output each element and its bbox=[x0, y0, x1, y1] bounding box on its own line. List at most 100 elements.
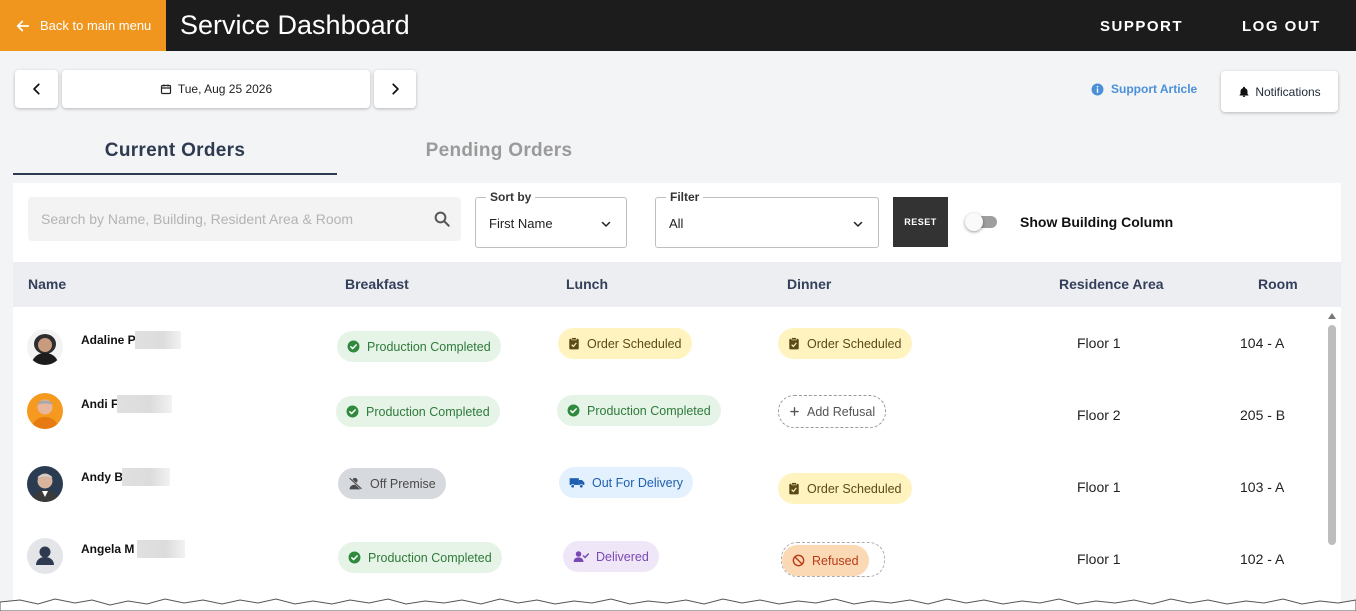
avatar bbox=[27, 329, 63, 365]
room-cell: 104 - A bbox=[1240, 335, 1285, 351]
resident-name[interactable]: Andi F bbox=[81, 397, 118, 411]
scrollbar-thumb[interactable] bbox=[1328, 325, 1336, 545]
page-title: Service Dashboard bbox=[180, 10, 410, 40]
reset-button[interactable]: RESET bbox=[893, 197, 948, 247]
table-row[interactable]: Andy B Off Premise Out For Delivery Orde… bbox=[13, 451, 1323, 523]
status-label: Order Scheduled bbox=[807, 481, 902, 496]
arrow-left-icon bbox=[16, 20, 30, 31]
breakfast-status-chip[interactable]: Production Completed bbox=[337, 331, 501, 362]
table-row[interactable]: Angela M Production Completed Delivered … bbox=[13, 523, 1323, 595]
column-header-residence-area[interactable]: Residence Area bbox=[1059, 262, 1164, 307]
room-cell: 102 - A bbox=[1240, 551, 1285, 567]
search-box bbox=[28, 197, 461, 241]
search-icon[interactable] bbox=[433, 210, 451, 228]
table-header: Name Breakfast Lunch Dinner Residence Ar… bbox=[13, 262, 1341, 307]
column-header-dinner[interactable]: Dinner bbox=[787, 262, 831, 307]
tab-current-orders[interactable]: Current Orders bbox=[13, 140, 337, 175]
next-day-button[interactable] bbox=[374, 70, 416, 108]
clipboard-check-icon bbox=[569, 337, 579, 350]
filter-value: All bbox=[669, 216, 684, 231]
support-article-label: Support Article bbox=[1111, 82, 1198, 96]
status-label: Production Completed bbox=[587, 403, 711, 418]
add-refusal-button[interactable]: Add Refusal bbox=[778, 395, 887, 428]
notifications-button[interactable]: Notifications bbox=[1221, 71, 1338, 112]
sort-by-select[interactable]: Sort by First Name bbox=[475, 190, 627, 248]
person-check-icon bbox=[573, 551, 589, 563]
lunch-status-chip[interactable]: Order Scheduled bbox=[558, 328, 692, 359]
breakfast-status-chip[interactable]: Off Premise bbox=[338, 468, 446, 499]
person-off-icon bbox=[348, 477, 363, 490]
sort-by-legend: Sort by bbox=[486, 190, 536, 204]
check-circle-icon bbox=[348, 551, 361, 564]
redaction bbox=[117, 395, 172, 413]
scroll-up-arrow-icon[interactable] bbox=[1328, 313, 1336, 319]
previous-day-button[interactable] bbox=[15, 70, 58, 108]
clipboard-check-icon bbox=[789, 482, 799, 495]
redaction bbox=[135, 331, 181, 349]
dinner-status-chip[interactable]: Refused bbox=[782, 545, 869, 576]
residence-area-cell: Floor 1 bbox=[1077, 479, 1121, 495]
status-label: Refused bbox=[812, 553, 859, 568]
orders-panel: Sort by First Name Filter All RESET Show… bbox=[13, 183, 1341, 611]
resident-name[interactable]: Angela M bbox=[81, 542, 134, 556]
date-picker-button[interactable]: Tue, Aug 25 2026 bbox=[62, 70, 370, 108]
chevron-down-icon bbox=[853, 221, 863, 227]
show-building-toggle[interactable] bbox=[965, 213, 997, 231]
torn-edge bbox=[0, 598, 1356, 611]
status-label: Delivered bbox=[596, 549, 649, 564]
truck-icon bbox=[569, 478, 585, 489]
status-label: Production Completed bbox=[368, 550, 492, 565]
dinner-status-chip[interactable]: Order Scheduled bbox=[778, 473, 912, 504]
info-icon bbox=[1091, 83, 1104, 95]
status-label: Order Scheduled bbox=[587, 336, 682, 351]
clipboard-check-icon bbox=[789, 337, 799, 350]
ban-icon bbox=[792, 554, 805, 567]
room-cell: 103 - A bbox=[1240, 479, 1285, 495]
back-to-main-menu-button[interactable]: Back to main menu bbox=[0, 0, 166, 51]
logout-link[interactable]: LOG OUT bbox=[1242, 0, 1321, 51]
lunch-status-chip[interactable]: Delivered bbox=[563, 541, 659, 572]
column-header-lunch[interactable]: Lunch bbox=[566, 262, 608, 307]
tab-pending-orders[interactable]: Pending Orders bbox=[337, 140, 661, 175]
breakfast-status-chip[interactable]: Production Completed bbox=[336, 396, 500, 427]
check-circle-icon bbox=[567, 404, 580, 417]
calendar-icon bbox=[160, 84, 171, 95]
redaction bbox=[137, 540, 185, 558]
notifications-label: Notifications bbox=[1255, 84, 1321, 99]
show-building-label: Show Building Column bbox=[1020, 214, 1174, 230]
search-input[interactable] bbox=[41, 211, 421, 227]
residence-area-cell: Floor 1 bbox=[1077, 551, 1121, 567]
column-header-breakfast[interactable]: Breakfast bbox=[345, 262, 409, 307]
filter-select[interactable]: Filter All bbox=[655, 190, 879, 248]
back-label: Back to main menu bbox=[40, 18, 152, 33]
status-label: Out For Delivery bbox=[592, 475, 683, 490]
status-label: Off Premise bbox=[370, 476, 436, 491]
avatar bbox=[27, 393, 63, 429]
support-link[interactable]: SUPPORT bbox=[1100, 0, 1183, 51]
status-label: Order Scheduled bbox=[807, 336, 902, 351]
support-article-link[interactable]: Support Article bbox=[1091, 82, 1197, 96]
resident-name[interactable]: Adaline P bbox=[81, 333, 136, 347]
chevron-left-icon bbox=[32, 83, 40, 95]
residence-area-cell: Floor 2 bbox=[1077, 407, 1121, 423]
breakfast-status-chip[interactable]: Production Completed bbox=[338, 542, 502, 573]
status-label: Production Completed bbox=[367, 339, 491, 354]
status-label: Production Completed bbox=[366, 404, 490, 419]
sort-by-value: First Name bbox=[489, 216, 553, 231]
column-header-room[interactable]: Room bbox=[1258, 262, 1298, 307]
table-row[interactable]: Adaline P Production Completed Order Sch… bbox=[13, 307, 1323, 379]
resident-name[interactable]: Andy B bbox=[81, 470, 123, 484]
check-circle-icon bbox=[347, 340, 360, 353]
dinner-status-chip[interactable]: Order Scheduled bbox=[778, 328, 912, 359]
avatar bbox=[27, 538, 63, 574]
lunch-status-chip[interactable]: Out For Delivery bbox=[559, 467, 693, 498]
table-row[interactable]: Andi F Production Completed Production C… bbox=[13, 379, 1323, 451]
toggle-knob bbox=[965, 213, 983, 231]
column-header-name[interactable]: Name bbox=[28, 262, 66, 307]
selected-date: Tue, Aug 25 2026 bbox=[177, 82, 273, 96]
plus-icon bbox=[790, 407, 799, 416]
lunch-status-chip[interactable]: Production Completed bbox=[557, 395, 721, 426]
bell-icon bbox=[1239, 86, 1249, 97]
status-label: Add Refusal bbox=[807, 404, 876, 419]
chevron-down-icon bbox=[601, 221, 611, 227]
